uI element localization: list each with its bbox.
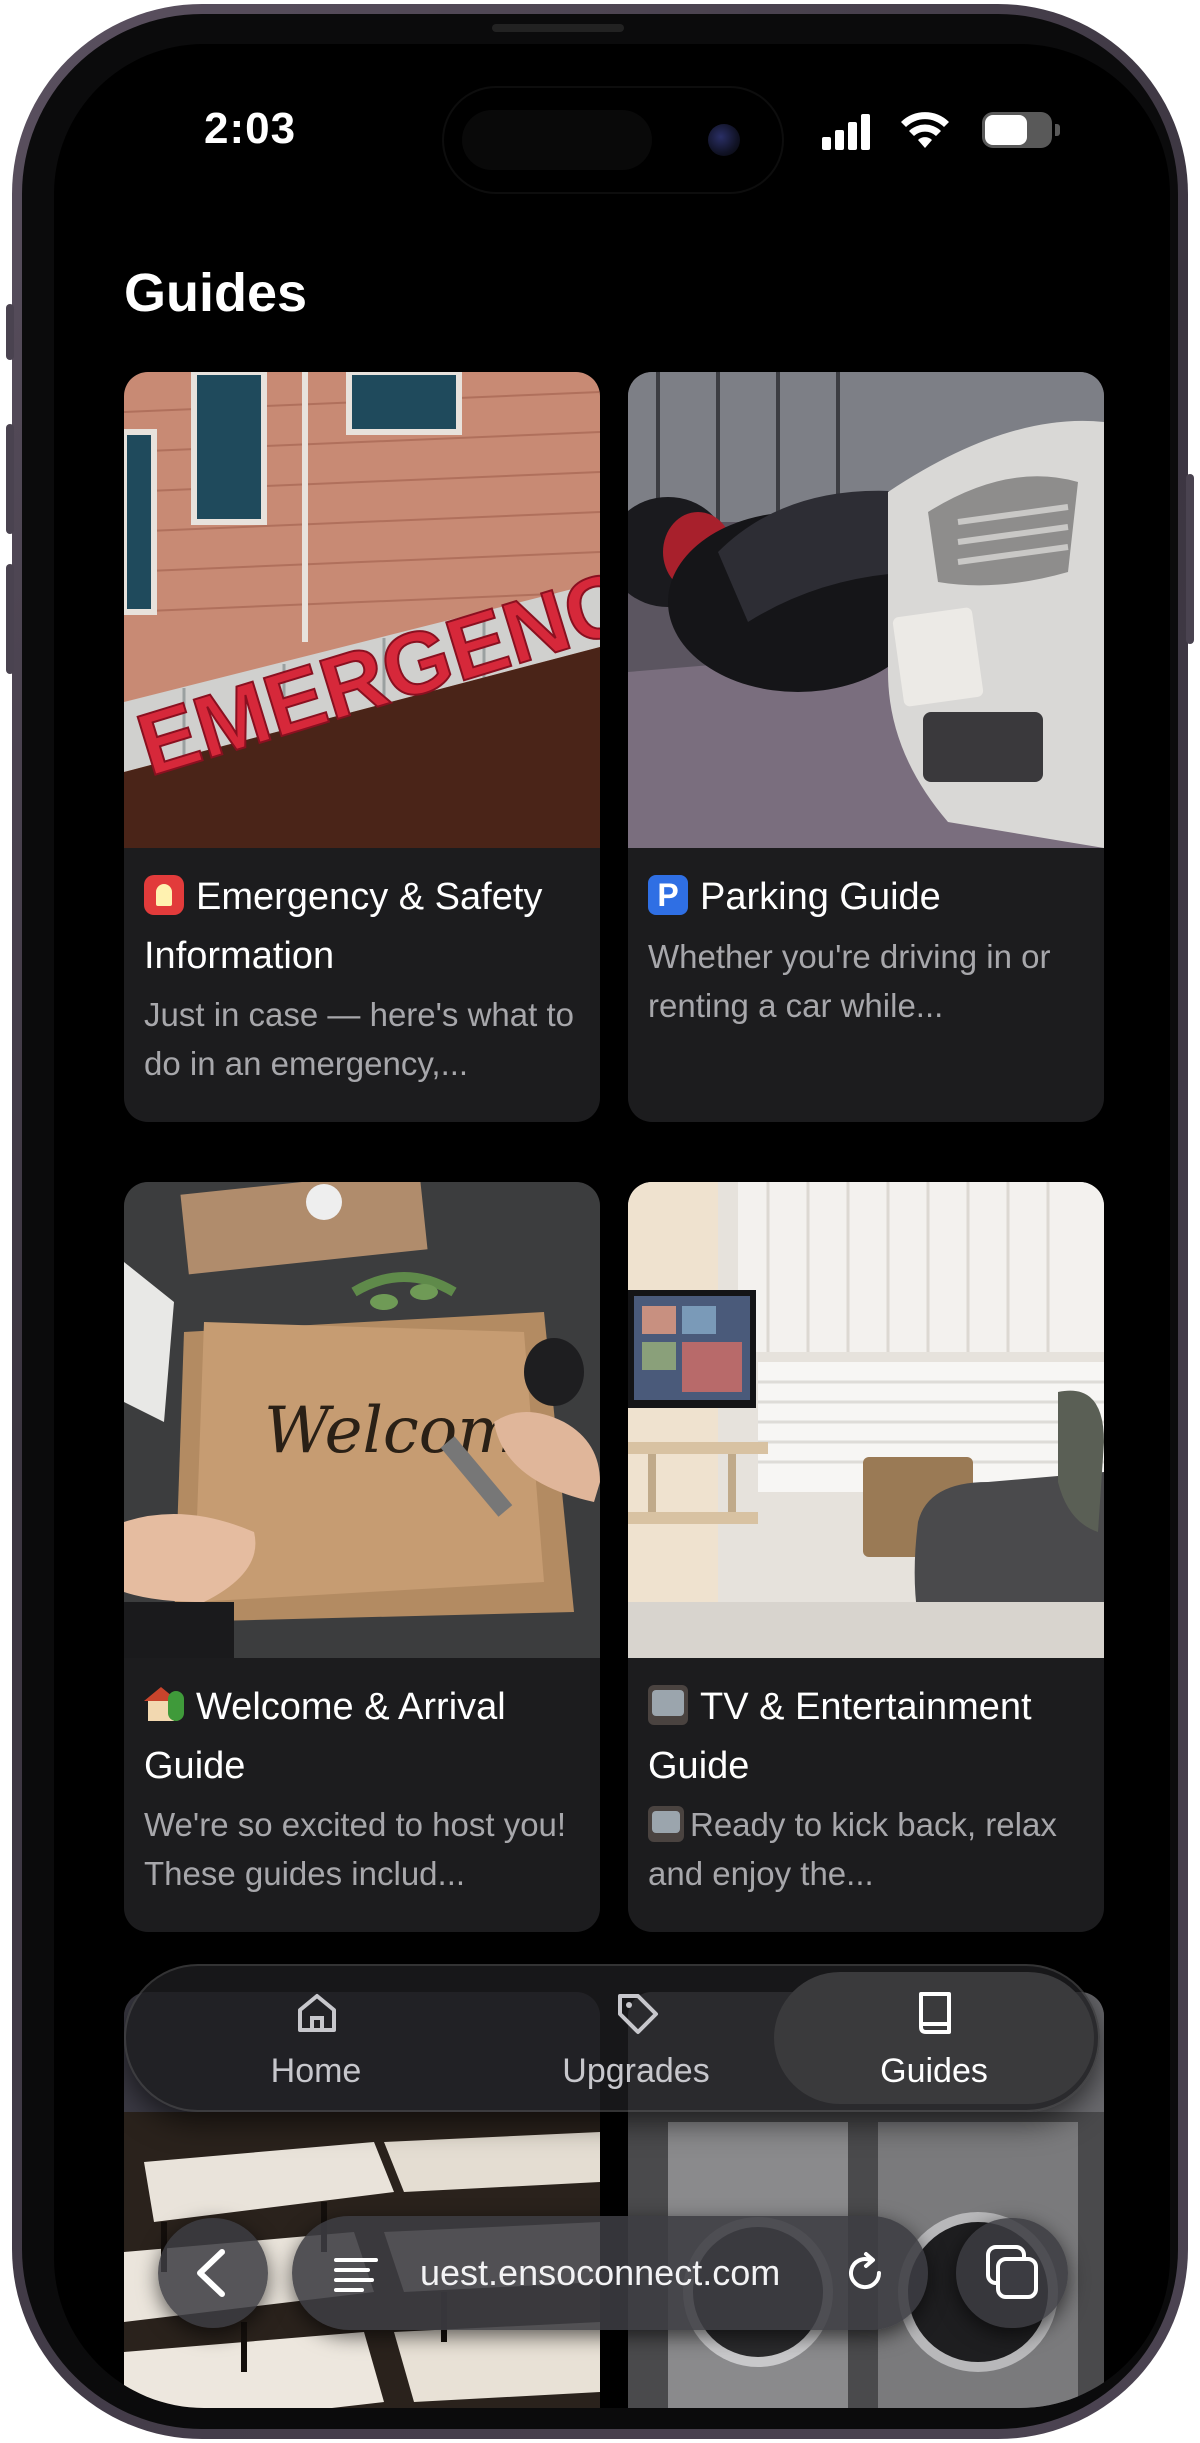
signal-icon <box>822 114 872 150</box>
power-button <box>1186 474 1194 644</box>
browser-tabs-button[interactable] <box>956 2218 1068 2328</box>
guide-card-welcome[interactable]: Welcome Welcome & Arrival Guide We're so… <box>124 1182 600 1932</box>
screen: 2:03 Guides EMERGENCY Emergency & Safety… <box>54 44 1170 2408</box>
nav-home[interactable]: Home <box>156 1972 476 2104</box>
tabs-icon <box>986 2245 1038 2299</box>
browser-back-button[interactable] <box>158 2218 268 2328</box>
volume-up-button <box>6 424 14 534</box>
chevron-left-icon <box>197 2249 225 2297</box>
browser-url: uest.ensoconnect.com <box>420 2252 781 2293</box>
television-icon <box>648 1685 688 1725</box>
bottom-nav: Home Upgrades Guides <box>124 1964 1100 2112</box>
parking-image <box>628 372 1104 848</box>
nav-label: Guides <box>880 2052 988 2090</box>
guide-card-tv[interactable]: TV & Entertainment Guide Ready to kick b… <box>628 1182 1104 1932</box>
home-icon <box>298 1994 336 2032</box>
menu-icon <box>334 2258 378 2292</box>
tv-room-image <box>628 1182 1104 1658</box>
guide-description: Ready to kick back, relax and enjoy the.… <box>648 1806 1057 1892</box>
volume-down-button <box>6 564 14 674</box>
guide-card-parking[interactable]: P Parking Guide Whether you're driving i… <box>628 372 1104 1122</box>
reload-icon[interactable] <box>842 2250 888 2296</box>
television-icon <box>648 1806 684 1842</box>
page-title: Guides <box>124 263 308 323</box>
guide-title: Emergency & Safety Information <box>144 876 543 977</box>
rotating-light-icon <box>144 875 184 915</box>
tag-icon <box>618 1994 658 2034</box>
guide-card-emergency[interactable]: EMERGENCY Emergency & Safety Information… <box>124 372 600 1122</box>
emergency-image: EMERGENCY <box>124 372 600 848</box>
guide-title: TV & Entertainment Guide <box>648 1686 1032 1787</box>
book-icon <box>919 1992 951 2034</box>
nav-label: Upgrades <box>562 2052 710 2090</box>
camera-icon <box>708 124 740 156</box>
guide-title: Welcome & Arrival Guide <box>144 1686 506 1787</box>
nav-guides[interactable]: Guides <box>774 1972 1094 2104</box>
nav-label: Home <box>270 2052 362 2090</box>
parking-sign-icon: P <box>648 875 688 915</box>
phone-frame: 2:03 Guides EMERGENCY Emergency & Safety… <box>6 4 1194 2439</box>
guide-description: We're so excited to host you! These guid… <box>144 1806 567 1892</box>
nav-upgrades[interactable]: Upgrades <box>476 1972 796 2104</box>
guide-description: Whether you're driving in or renting a c… <box>648 938 1051 1024</box>
guide-description-wrap: Ready to kick back, relax and enjoy the.… <box>648 1800 1086 1898</box>
guide-title: Parking Guide <box>700 876 941 918</box>
dynamic-island <box>444 88 782 192</box>
wifi-icon <box>901 112 949 148</box>
status-time: 2:03 <box>204 104 297 153</box>
house-with-garden-icon <box>144 1685 184 1725</box>
welcome-image: Welcome <box>124 1182 600 1658</box>
guide-description: Just in case — here's what to do in an e… <box>144 996 574 1082</box>
browser-address-bar[interactable]: uest.ensoconnect.com <box>292 2216 928 2330</box>
battery-icon <box>982 112 1060 148</box>
action-button <box>6 304 14 360</box>
